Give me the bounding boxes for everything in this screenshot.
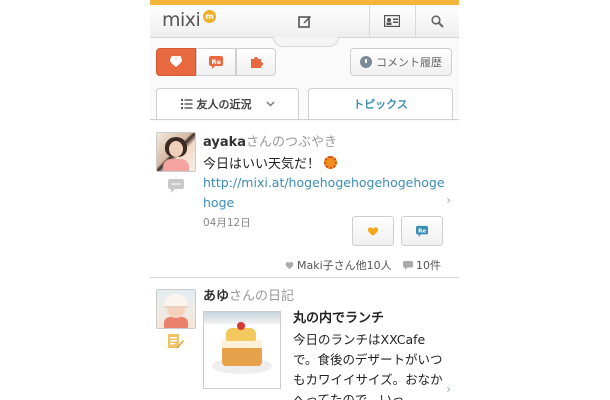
comment-history-label: コメント履歴 xyxy=(376,56,442,69)
tab-friends-label: 友人の近況 xyxy=(196,98,252,111)
feed-item-diary[interactable]: あゆさんの日記 丸の内でランチ 今日のランチはXXCafeで。食後のデザートがい… xyxy=(150,278,459,400)
post-link[interactable]: http://mixi.at/hogehogehogehogehogehoge xyxy=(203,173,448,213)
filter-button-group: Re xyxy=(156,48,276,76)
tab-underline xyxy=(150,119,459,120)
comments-text: 10件 xyxy=(416,259,441,272)
post-likes[interactable]: Maki子さん他10人 xyxy=(285,257,392,273)
feed-item-tweet[interactable]: ayakaさんのつぶやき 今日はいい天気だ！ http://mixi.at/ho… xyxy=(150,121,459,278)
post-type: さんの日記 xyxy=(229,289,295,304)
puzzle-icon xyxy=(251,57,263,68)
like-button[interactable] xyxy=(352,216,394,246)
post-author[interactable]: あゆ xyxy=(203,289,229,304)
app-header: mixi m xyxy=(150,5,459,38)
sun-emoji-icon xyxy=(324,156,338,169)
post-type: さんのつぶやき xyxy=(246,135,338,150)
avatar[interactable] xyxy=(156,132,196,172)
voice-bubble-icon xyxy=(168,179,184,193)
tab-topics-label: トピックス xyxy=(353,98,408,111)
post-comments[interactable]: 10件 xyxy=(403,257,441,273)
compose-icon xyxy=(298,16,311,28)
chevron-right-icon[interactable]: › xyxy=(446,382,451,396)
svg-text:Re: Re xyxy=(212,58,222,66)
post-author-line: ayakaさんのつぶやき xyxy=(203,131,337,150)
avatar[interactable] xyxy=(156,289,196,329)
mixi-logo[interactable]: mixi xyxy=(162,9,201,31)
compose-button[interactable] xyxy=(278,5,332,37)
heart-icon xyxy=(367,226,379,236)
diary-photo[interactable] xyxy=(203,311,281,389)
likes-text: Maki子さん他10人 xyxy=(297,259,392,272)
post-message: 今日はいい天気だ！ xyxy=(203,157,321,172)
svg-text:Re: Re xyxy=(418,229,426,235)
logo-badge: m xyxy=(203,10,216,23)
tab-friends-updates[interactable]: 友人の近況 xyxy=(156,88,299,120)
heart-icon xyxy=(170,56,182,67)
post-author-line: あゆさんの日記 xyxy=(203,285,294,304)
clock-icon xyxy=(360,56,372,68)
like-count-icon xyxy=(285,261,294,269)
tab-topics[interactable]: トピックス xyxy=(308,88,453,120)
diary-icon xyxy=(168,334,184,349)
reply-button[interactable]: Re xyxy=(401,216,443,246)
comment-history-button[interactable]: コメント履歴 xyxy=(350,48,452,76)
profile-button[interactable] xyxy=(370,5,414,37)
post-date: 04月12日 xyxy=(203,217,251,229)
post-author[interactable]: ayaka xyxy=(203,135,246,150)
comment-count-icon xyxy=(403,260,413,270)
chevron-down-icon xyxy=(266,101,274,107)
re-icon: Re xyxy=(416,225,428,237)
mixi-app: mixi m Re コメント履歴 友人の近況 トピックス ayakaさんのつぶや… xyxy=(150,0,459,400)
profile-card-icon xyxy=(384,15,400,27)
filter-reply-button[interactable]: Re xyxy=(196,48,236,76)
header-pull-tab[interactable] xyxy=(273,37,339,47)
chevron-right-icon[interactable]: › xyxy=(446,193,451,207)
list-icon xyxy=(180,99,192,109)
diary-title[interactable]: 丸の内でランチ xyxy=(293,307,384,326)
feed-tabs: 友人の近況 トピックス xyxy=(156,88,453,120)
re-icon: Re xyxy=(209,56,223,69)
search-icon xyxy=(431,14,444,28)
diary-excerpt: 今日のランチはXXCafeで。食後のデザートがいつもカワイイサイズ。おなかへって… xyxy=(293,332,443,400)
filter-apps-button[interactable] xyxy=(236,48,276,76)
search-button[interactable] xyxy=(416,5,459,37)
post-message-line: 今日はいい天気だ！ xyxy=(203,153,338,172)
filter-like-button[interactable] xyxy=(156,48,196,76)
